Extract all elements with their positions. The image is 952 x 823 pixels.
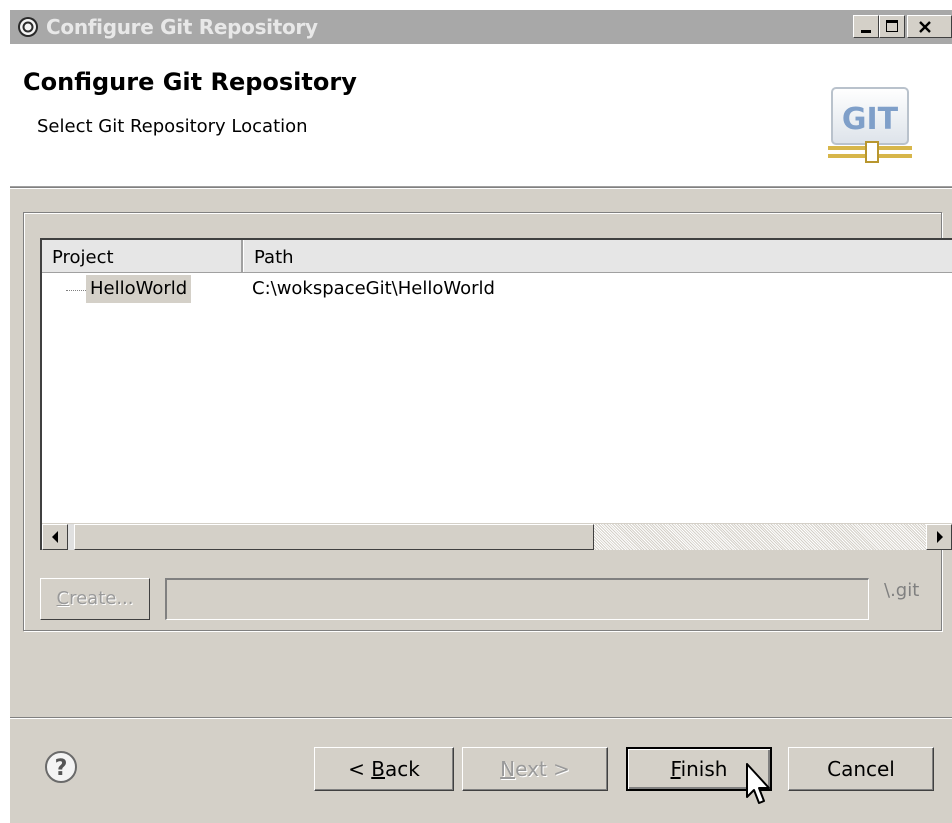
back-label-rest: ack [385, 757, 420, 781]
arrow-right-icon [937, 531, 943, 543]
wizard-header: Configure Git Repository Select Git Repo… [10, 44, 952, 187]
column-header-path[interactable]: Path [244, 240, 944, 272]
create-path-field[interactable] [165, 578, 869, 620]
mouse-cursor-icon [746, 763, 770, 804]
projects-table[interactable]: Project Path HelloWorld C:\wokspaceGit\H… [40, 238, 952, 550]
scroll-left-button[interactable] [42, 524, 68, 550]
scroll-right-button[interactable] [926, 524, 952, 550]
minimize-button[interactable] [853, 15, 879, 38]
header-separator [10, 187, 952, 189]
project-name[interactable]: HelloWorld [86, 275, 192, 303]
git-logo-icon: GIT [828, 87, 912, 163]
finish-mnemonic: F [670, 757, 681, 781]
git-suffix-label: \.git [884, 580, 920, 601]
tree-connector [66, 290, 86, 291]
page-subtitle: Select Git Repository Location [37, 116, 308, 137]
eclipse-gear-icon [18, 17, 38, 37]
create-label-rest: reate... [69, 588, 134, 609]
column-header-project[interactable]: Project [42, 240, 241, 272]
create-button[interactable]: Create... [40, 578, 150, 620]
cancel-button[interactable]: Cancel [788, 747, 934, 791]
help-icon[interactable]: ? [44, 750, 78, 784]
finish-label-rest: inish [680, 757, 728, 781]
footer-separator [10, 717, 952, 719]
dialog-window: Configure Git Repository Configure Git R… [10, 10, 952, 823]
back-button[interactable]: < Back [314, 747, 454, 791]
maximize-icon [886, 20, 898, 32]
arrow-left-icon [52, 531, 58, 543]
project-path: C:\wokspaceGit\HelloWorld [252, 278, 495, 299]
git-logo-text: GIT [842, 102, 899, 137]
close-icon [919, 21, 931, 33]
create-mnemonic: C [56, 588, 70, 609]
back-prefix: < [348, 757, 372, 781]
table-row[interactable]: HelloWorld C:\wokspaceGit\HelloWorld [42, 274, 952, 304]
minimize-icon [861, 30, 871, 33]
maximize-button[interactable] [879, 15, 905, 38]
page-title: Configure Git Repository [23, 68, 357, 96]
svg-text:?: ? [55, 756, 68, 781]
next-mnemonic: N [500, 757, 516, 781]
horizontal-scrollbar[interactable] [42, 523, 952, 550]
title-bar[interactable]: Configure Git Repository [10, 10, 952, 44]
next-button[interactable]: Next > [462, 747, 608, 791]
scroll-thumb[interactable] [74, 524, 594, 550]
next-label-rest: ext > [515, 757, 570, 781]
table-header: Project Path [42, 240, 952, 273]
scroll-track[interactable] [594, 524, 926, 550]
close-button[interactable] [907, 15, 952, 38]
back-mnemonic: B [371, 757, 385, 781]
window-title: Configure Git Repository [46, 15, 318, 39]
